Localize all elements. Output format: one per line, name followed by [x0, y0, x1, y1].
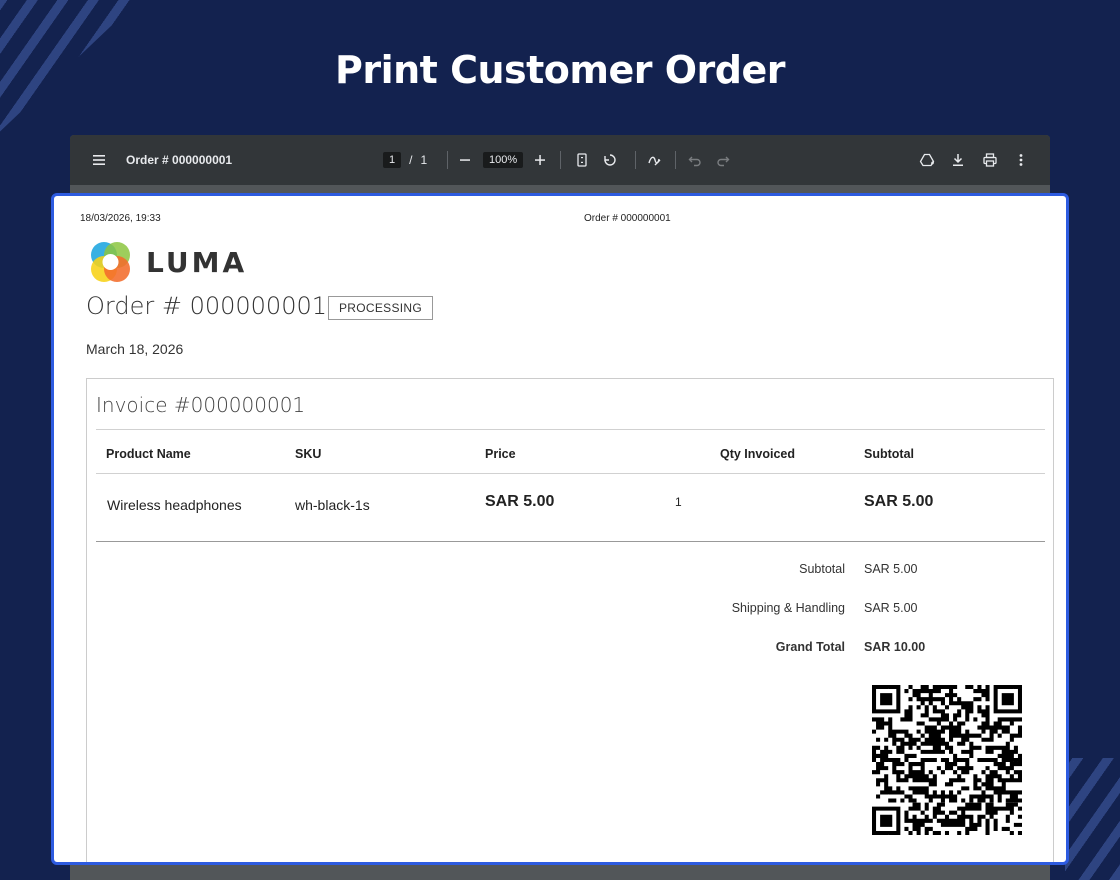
totals-grand-total-label: Grand Total — [775, 640, 845, 654]
undo-icon[interactable] — [686, 151, 704, 169]
page-total: 1 — [420, 153, 428, 167]
zoom-input[interactable]: 100% — [483, 152, 524, 168]
document-title: Order # 000000001 — [126, 153, 233, 167]
qr-code — [872, 685, 1022, 835]
divider — [96, 473, 1045, 474]
page-title: Print Customer Order — [335, 48, 786, 92]
download-icon[interactable] — [949, 151, 967, 169]
totals-shipping-label: Shipping & Handling — [731, 601, 845, 615]
price-cell: SAR 5.00 — [485, 493, 555, 510]
drive-icon[interactable] — [918, 151, 936, 169]
decorative-stripes — [1065, 758, 1120, 880]
totals-subtotal-value: SAR 5.00 — [864, 562, 918, 576]
totals-shipping-value: SAR 5.00 — [864, 601, 918, 615]
qty-cell: 1 — [675, 495, 682, 509]
page-separator: / — [409, 153, 413, 167]
qr-code-modules — [872, 685, 1022, 835]
luma-logo-icon — [91, 242, 130, 282]
totals-subtotal-label: Subtotal — [799, 562, 845, 576]
divider — [96, 541, 1045, 542]
pdf-toolbar: Order # 000000001 1 / 1 100% — [70, 135, 1050, 185]
logo-text: LUMA — [146, 245, 248, 279]
fit-page-icon[interactable] — [573, 151, 591, 169]
header-order-number: Order # 000000001 — [584, 213, 671, 224]
order-document: 18/03/2026, 19:33 Order # 000000001 LUMA… — [51, 193, 1069, 865]
order-date: March 18, 2026 — [86, 341, 184, 357]
order-title: Order # 000000001 — [86, 292, 327, 320]
product-name-cell: Wireless headphones — [107, 497, 242, 513]
invoice-title: Invoice #000000001 — [96, 393, 306, 417]
totals-grand-total-value: SAR 10.00 — [864, 640, 926, 654]
redo-icon[interactable] — [714, 151, 732, 169]
zoom-out-icon[interactable] — [456, 151, 474, 169]
luma-logo: LUMA — [86, 238, 247, 286]
column-header-product-name: Product Name — [106, 447, 191, 461]
subtotal-cell: SAR 5.00 — [864, 493, 934, 510]
print-datetime: 18/03/2026, 19:33 — [80, 213, 161, 224]
column-header-qty-invoiced: Qty Invoiced — [720, 447, 796, 461]
column-header-subtotal: Subtotal — [864, 447, 914, 461]
page-number-input[interactable]: 1 — [383, 152, 402, 168]
sku-cell: wh-black-1s — [295, 497, 370, 513]
print-icon[interactable] — [981, 151, 999, 169]
column-header-price: Price — [485, 447, 516, 461]
divider — [96, 429, 1045, 430]
more-icon[interactable] — [1012, 151, 1030, 169]
menu-icon[interactable] — [90, 151, 108, 169]
rotate-icon[interactable] — [601, 151, 619, 169]
invoice-section: Invoice #000000001 Product Name SKU Pric… — [86, 378, 1054, 862]
column-header-sku: SKU — [295, 447, 322, 461]
zoom-in-icon[interactable] — [531, 151, 549, 169]
status-badge: PROCESSING — [328, 296, 434, 320]
annotate-icon[interactable] — [645, 151, 663, 169]
